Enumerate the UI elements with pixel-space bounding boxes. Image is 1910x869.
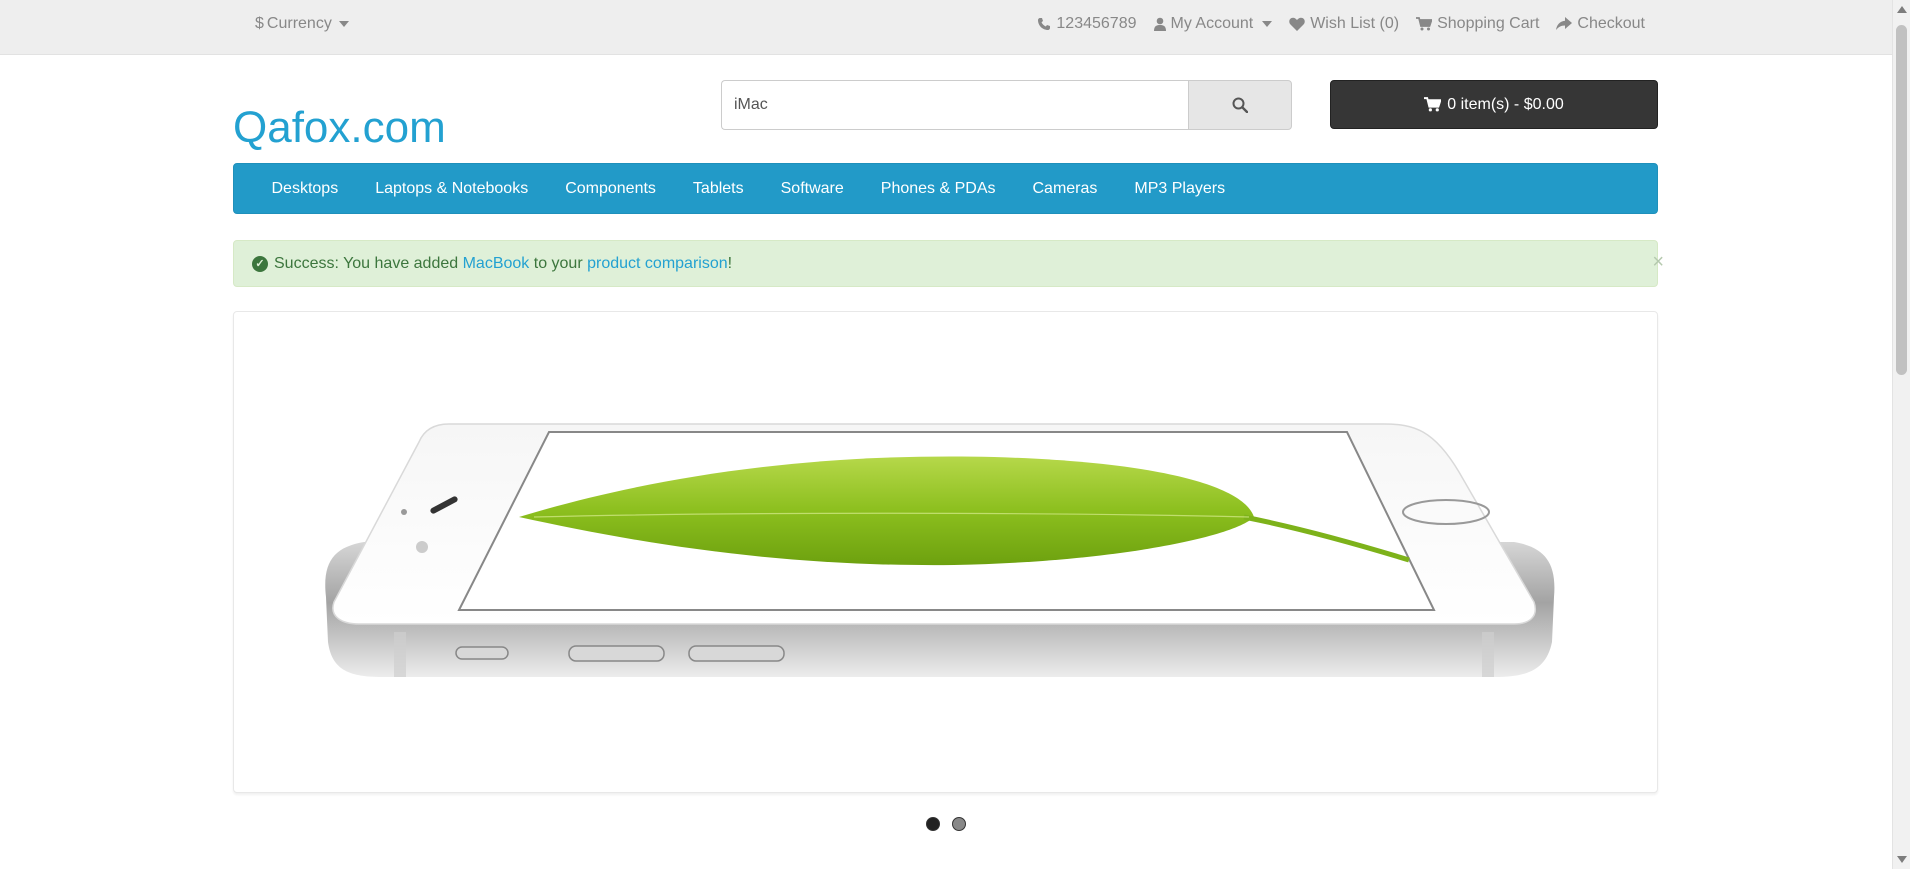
search-icon [1232,97,1248,113]
cart-button-label: 0 item(s) - $0.00 [1447,95,1564,113]
menu-item-phones-pdas[interactable]: Phones & PDAs [862,180,1014,198]
top-links: 123456789 My Account Wish List (0) Shopp… [1037,15,1645,33]
currency-dropdown[interactable]: $ Currency [255,15,349,33]
alert-prefix: Success: You have added [274,254,463,272]
alert-middle: to your [529,254,588,272]
site-logo[interactable]: Qafox.com [233,103,446,153]
scrollbar-thumb[interactable] [1896,25,1907,375]
menu-item-laptops-notebooks[interactable]: Laptops & Notebooks [357,180,547,198]
wishlist-label: Wish List (0) [1310,15,1400,32]
phone-icon [1038,18,1051,30]
check-circle-icon: ✓ [252,255,268,272]
slideshow-pagination [926,817,966,831]
share-icon [1556,17,1573,30]
comparison-link[interactable]: product comparison [587,255,728,273]
my-account-label: My Account [1170,15,1254,32]
success-alert: ✓ Success: You have added MacBook to you… [233,240,1664,287]
slide-dot-1[interactable] [926,817,940,831]
heart-icon [1289,17,1305,31]
cart-icon [1424,97,1442,112]
menu-item-tablets[interactable]: Tablets [674,180,762,198]
phone-number: 123456789 [1056,15,1137,32]
user-icon [1153,17,1166,31]
shopping-cart-link[interactable]: Shopping Cart [1416,15,1539,33]
chevron-down-icon [1262,21,1273,27]
cart-button[interactable]: 0 item(s) - $0.00 [1330,80,1658,129]
wishlist-link[interactable]: Wish List (0) [1289,15,1399,33]
iphone-banner-image [325,423,1555,677]
product-link[interactable]: MacBook [463,255,530,273]
menu-item-cameras[interactable]: Cameras [1014,180,1116,198]
top-bar: $ Currency 123456789 My Account Wish Lis… [0,0,1892,55]
dollar-icon: $ [255,15,264,32]
main-menu: Desktops Laptops & Notebooks Components … [233,163,1658,214]
shopping-cart-label: Shopping Cart [1437,15,1540,32]
menu-item-desktops[interactable]: Desktops [253,180,357,198]
scroll-down-icon[interactable] [1897,856,1907,863]
scroll-up-icon[interactable] [1897,6,1907,13]
slide-dot-2[interactable] [952,817,966,831]
phone-link[interactable]: 123456789 [1037,15,1137,33]
search-button[interactable] [1188,80,1292,130]
menu-item-components[interactable]: Components [547,180,675,198]
menu-item-software[interactable]: Software [762,180,862,198]
checkout-label: Checkout [1577,15,1645,32]
search-bar [721,80,1292,130]
currency-label: Currency [266,15,332,32]
close-icon[interactable]: × [1652,251,1664,274]
checkout-link[interactable]: Checkout [1556,15,1645,33]
search-input[interactable] [721,80,1188,130]
my-account-dropdown[interactable]: My Account [1153,15,1273,33]
slideshow-banner[interactable] [233,311,1658,793]
chevron-down-icon [338,21,349,27]
page-scrollbar[interactable] [1892,0,1910,869]
menu-item-mp3-players[interactable]: MP3 Players [1116,180,1244,198]
alert-suffix: ! [727,254,733,272]
cart-icon [1416,17,1433,31]
